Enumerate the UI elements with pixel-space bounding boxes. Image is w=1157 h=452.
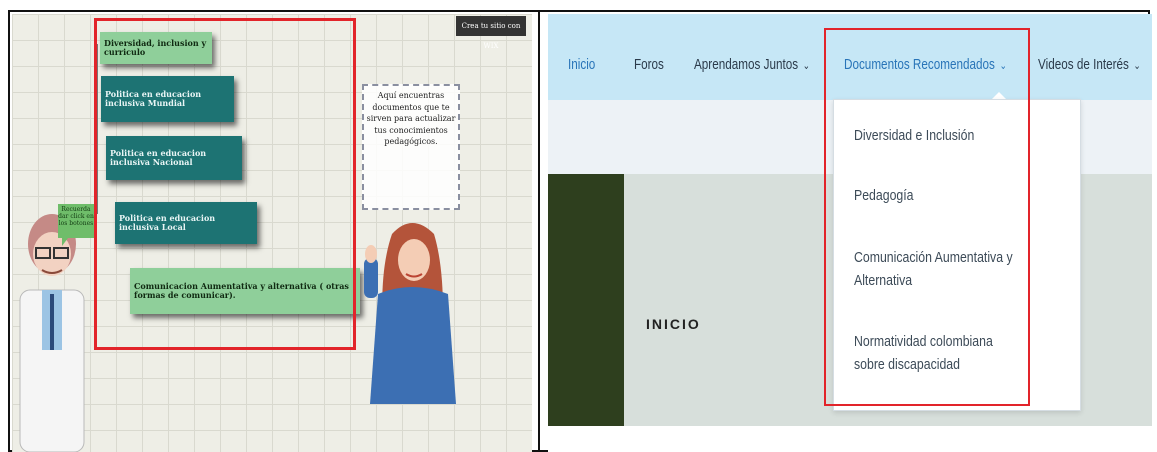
nav-foros-label: Foros	[634, 56, 664, 73]
nav-videos-label: Videos de Interés	[1038, 56, 1129, 73]
hero-title: INICIO	[646, 316, 701, 332]
chevron-down-icon: ⌄	[802, 60, 810, 72]
nav-aprendamos-juntos[interactable]: Aprendamos Juntos ⌄	[694, 56, 810, 73]
nav-aprendamos-label: Aprendamos Juntos	[694, 56, 799, 73]
wix-badge[interactable]: Crea tu sitio con WIX	[456, 16, 526, 50]
nav-inicio-label: Inicio	[568, 56, 596, 73]
nav-foros[interactable]: Foros	[634, 56, 664, 73]
right-screenshot: Inicio Foros Aprendamos Juntos ⌄ Document…	[548, 14, 1152, 452]
highlight-box-left	[94, 18, 356, 350]
chevron-down-icon: ⌄	[1133, 60, 1141, 72]
woman-illustration	[364, 223, 456, 404]
nav-videos-de-interes[interactable]: Videos de Interés ⌄	[1038, 56, 1141, 73]
info-note: Aquí encuentras documentos que te sirven…	[362, 84, 460, 210]
column-divider	[538, 10, 540, 452]
reminder-bubble: Recuerda dar click en los botones	[58, 204, 94, 246]
hero-image-strip	[548, 174, 624, 426]
left-screenshot: Crea tu sitio con WIX Diversidad, inclus…	[12, 14, 532, 452]
nav-inicio[interactable]: Inicio	[568, 56, 595, 73]
highlight-box-right	[824, 28, 1030, 406]
